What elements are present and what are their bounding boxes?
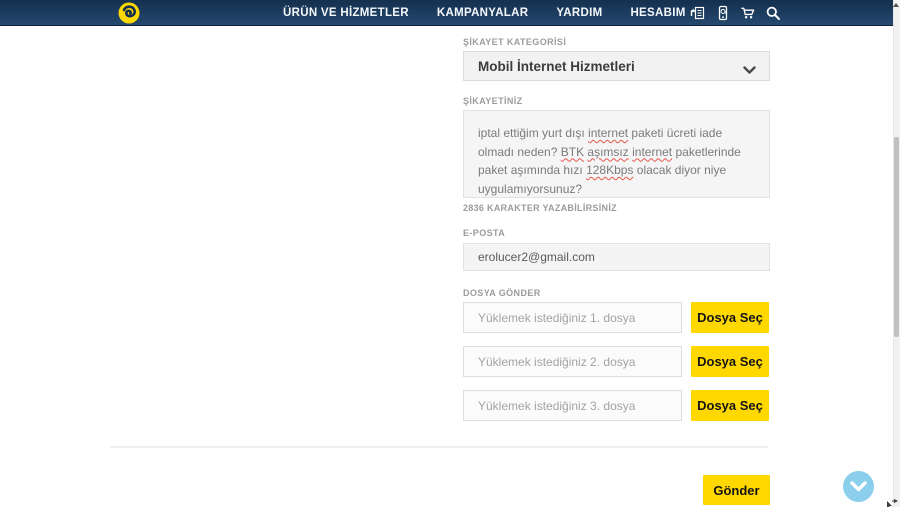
file-field-2[interactable] [463, 346, 682, 377]
menu-item-campaigns[interactable]: KAMPANYALAR [437, 7, 528, 19]
category-selected-value: Mobil İnternet Hizmetleri [478, 58, 635, 74]
mobile-device-icon[interactable] [715, 5, 731, 21]
category-select[interactable]: Mobil İnternet Hizmetleri [463, 51, 770, 81]
chevron-down-icon [743, 62, 756, 80]
choose-file-button-1[interactable]: Dosya Seç [691, 302, 769, 333]
complaint-label: ŞİKAYETİNİZ [463, 96, 523, 106]
top-navbar: ÜRÜN VE HİZMETLER KAMPANYALAR YARDIM HES… [0, 0, 893, 26]
cart-icon[interactable] [740, 5, 756, 21]
file-field-1[interactable] [463, 302, 682, 333]
file-upload-label: DOSYA GÖNDER [463, 288, 541, 298]
choose-file-button-3[interactable]: Dosya Seç [691, 390, 769, 421]
menu-item-help[interactable]: YARDIM [556, 7, 602, 19]
file-field-3[interactable] [463, 390, 682, 421]
document-upload-icon[interactable] [690, 5, 706, 21]
section-divider [110, 446, 768, 448]
email-label: E-POSTA [463, 228, 506, 238]
choose-file-button-2[interactable]: Dosya Seç [691, 346, 769, 377]
navbar-icons [690, 0, 781, 26]
email-field[interactable] [463, 243, 770, 271]
menu-item-products[interactable]: ÜRÜN VE HİZMETLER [283, 7, 409, 19]
scrollbar-thumb[interactable] [894, 137, 899, 337]
mouse-cursor-artifact [886, 496, 899, 507]
submit-button[interactable]: Gönder [703, 475, 770, 505]
turkcell-logo-icon [118, 2, 140, 24]
scrollbar-up-arrow-icon[interactable] [893, 3, 899, 7]
character-counter: 2836 KARAKTER YAZABİLİRSİNİZ [463, 203, 617, 213]
turkcell-logo[interactable] [118, 2, 140, 24]
main-menu: ÜRÜN VE HİZMETLER KAMPANYALAR YARDIM HES… [283, 0, 686, 26]
page-scrollbar[interactable] [893, 0, 900, 507]
chevron-down-icon [850, 481, 867, 492]
category-label: ŞİKAYET KATEGORİSİ [463, 37, 567, 47]
page: ÜRÜN VE HİZMETLER KAMPANYALAR YARDIM HES… [0, 0, 900, 507]
menu-item-account[interactable]: HESABIM [630, 7, 685, 19]
search-icon[interactable] [765, 5, 781, 21]
scroll-down-fab[interactable] [843, 471, 874, 502]
complaint-textarea[interactable]: iptal ettiğim yurt dışı internet paketi … [463, 110, 770, 198]
